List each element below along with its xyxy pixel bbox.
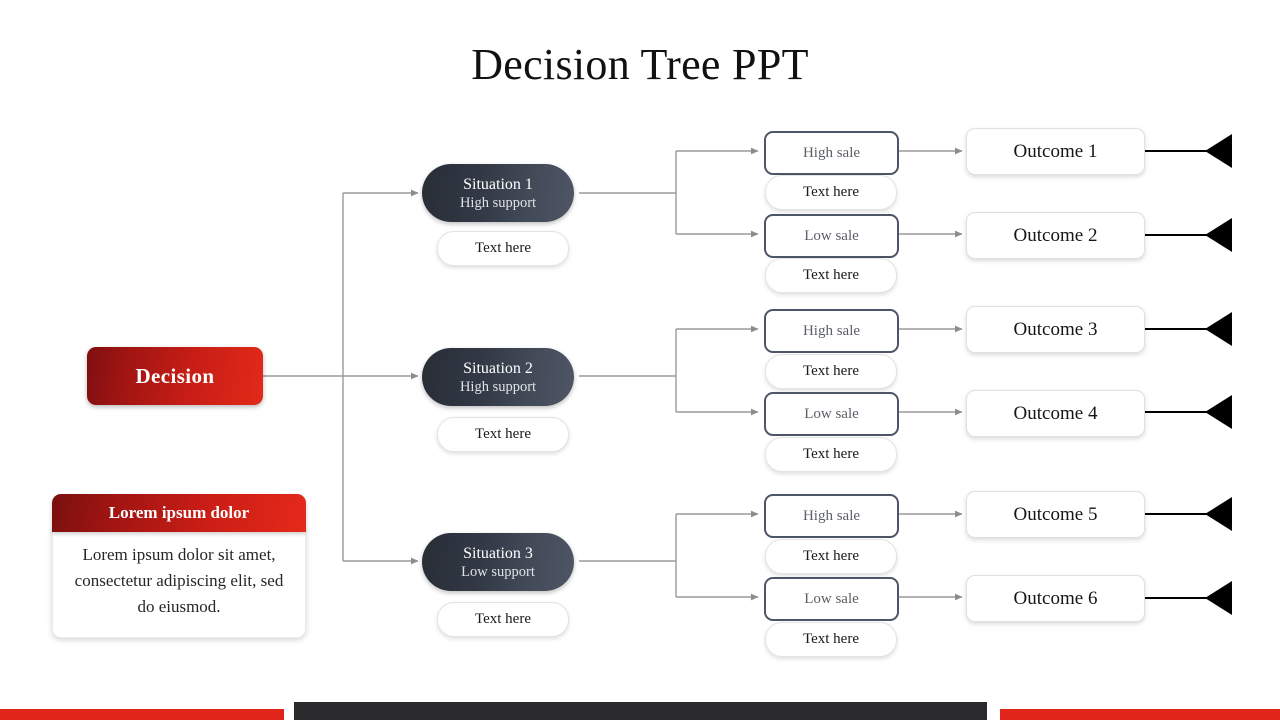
outcome-box-4[interactable]: Outcome 4	[966, 390, 1145, 437]
sale-note-5[interactable]: Text here	[765, 539, 897, 574]
sale-note-6[interactable]: Text here	[765, 622, 897, 657]
outcome-box-1[interactable]: Outcome 1	[966, 128, 1145, 175]
sale-box-2[interactable]: Low sale	[764, 214, 899, 258]
sale-note-3[interactable]: Text here	[765, 354, 897, 389]
terminator-arrow-icon	[1205, 497, 1232, 531]
sale-note-2[interactable]: Text here	[765, 258, 897, 293]
outcome-box-2[interactable]: Outcome 2	[966, 212, 1145, 259]
situation-node-3[interactable]: Situation 3 Low support	[422, 533, 574, 591]
footer-bar-right	[1000, 709, 1280, 720]
callout-body: Lorem ipsum dolor sit amet, consectetur …	[52, 523, 306, 638]
outcome-box-3[interactable]: Outcome 3	[966, 306, 1145, 353]
footer-bar-left	[0, 709, 284, 720]
situation3-to-sales-wires	[579, 510, 759, 601]
outcome-terminator-lines	[1142, 150, 1213, 599]
sales-to-outcomes-wires	[897, 147, 963, 601]
situation-subtitle: Low support	[461, 563, 535, 580]
terminator-arrow-icon	[1205, 134, 1232, 168]
footer-bar-center	[294, 702, 987, 720]
sale-box-5[interactable]: High sale	[764, 494, 899, 538]
outcome-box-6[interactable]: Outcome 6	[966, 575, 1145, 622]
sale-box-3[interactable]: High sale	[764, 309, 899, 353]
slide-canvas: Decision Tree PPT Decision Situation 1 H…	[0, 0, 1280, 720]
outcome-terminator-arrows	[1205, 134, 1232, 615]
situation1-to-sales-wires	[579, 147, 759, 238]
situation-title: Situation 2	[463, 359, 533, 377]
situation-note-1[interactable]: Text here	[437, 231, 569, 266]
terminator-arrow-icon	[1205, 581, 1232, 615]
situation-node-2[interactable]: Situation 2 High support	[422, 348, 574, 406]
outcome-box-5[interactable]: Outcome 5	[966, 491, 1145, 538]
situation-subtitle: High support	[459, 378, 537, 395]
situation2-to-sales-wires	[579, 325, 759, 416]
situation-title: Situation 1	[463, 175, 533, 193]
situation-subtitle: High support	[459, 194, 537, 211]
sale-box-6[interactable]: Low sale	[764, 577, 899, 621]
sale-note-1[interactable]: Text here	[765, 175, 897, 210]
terminator-arrow-icon	[1205, 312, 1232, 346]
terminator-arrow-icon	[1205, 218, 1232, 252]
situation-note-3[interactable]: Text here	[437, 602, 569, 637]
decision-node[interactable]: Decision	[87, 347, 263, 405]
callout-card: Lorem ipsum dolor sit amet, consectetur …	[52, 494, 306, 638]
page-title: Decision Tree PPT	[471, 40, 809, 89]
situation-node-1[interactable]: Situation 1 High support	[422, 164, 574, 222]
situation-note-2[interactable]: Text here	[437, 417, 569, 452]
sale-box-1[interactable]: High sale	[764, 131, 899, 175]
callout-heading: Lorem ipsum dolor	[52, 494, 306, 532]
terminator-arrow-icon	[1205, 395, 1232, 429]
sale-box-4[interactable]: Low sale	[764, 392, 899, 436]
situation-title: Situation 3	[463, 544, 533, 562]
sale-note-4[interactable]: Text here	[765, 437, 897, 472]
